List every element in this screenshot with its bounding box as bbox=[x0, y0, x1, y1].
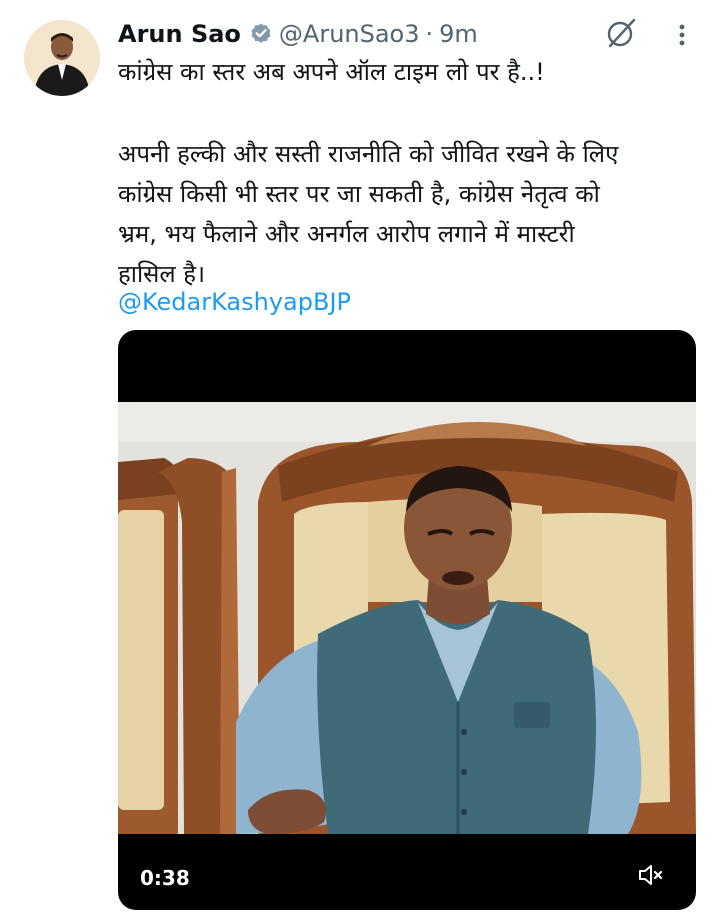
grok-icon[interactable] bbox=[604, 16, 638, 50]
avatar-image bbox=[24, 20, 100, 96]
tweet-timestamp[interactable]: 9m bbox=[439, 20, 478, 48]
more-vertical-icon[interactable] bbox=[668, 20, 696, 50]
tweet-text-paragraph: अपनी हल्की और सस्ती राजनीति को जीवित रखन… bbox=[118, 134, 698, 294]
video-frame[interactable] bbox=[118, 402, 696, 834]
volume-muted-icon[interactable] bbox=[636, 860, 666, 890]
video-duration: 0:38 bbox=[140, 866, 190, 890]
author-name[interactable]: Arun Sao bbox=[118, 20, 241, 48]
tweet-text-headline: कांग्रेस का स्तर अब अपने ऑल टाइम लो पर ह… bbox=[118, 58, 545, 86]
verified-badge-icon bbox=[249, 22, 273, 46]
mention-link[interactable]: @KedarKashyapBJP bbox=[118, 282, 351, 322]
paragraph-line: अपनी हल्की और सस्ती राजनीति को जीवित रखन… bbox=[118, 140, 619, 168]
author-handle[interactable]: @ArunSao3 bbox=[279, 20, 420, 48]
paragraph-line: भ्रम, भय फैलाने और अनर्गल आरोप लगाने में… bbox=[118, 220, 575, 248]
author-avatar[interactable] bbox=[24, 20, 100, 96]
header-separator: · bbox=[425, 20, 434, 48]
paragraph-line: कांग्रेस किसी भी स्तर पर जा सकती है, कां… bbox=[118, 180, 600, 208]
video-player[interactable]: 0:38 bbox=[118, 330, 696, 910]
